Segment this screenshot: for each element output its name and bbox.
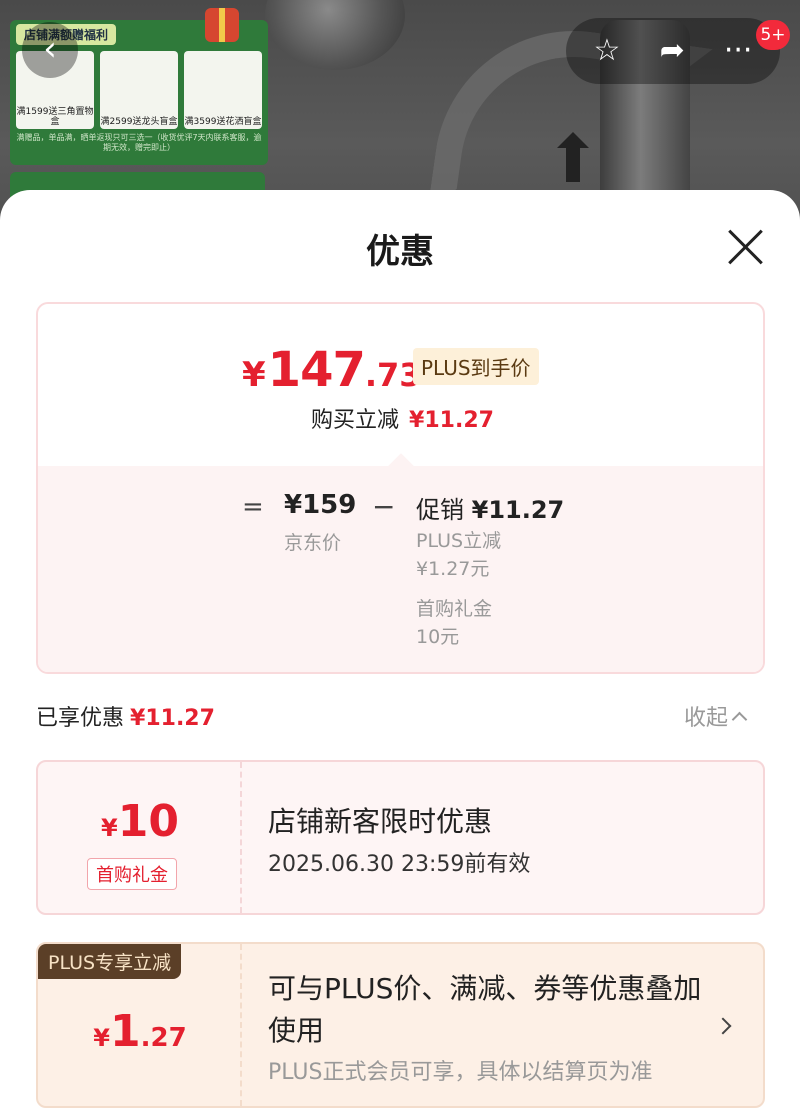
jd-price-label: 京东价 <box>284 532 342 554</box>
message-badge: 5+ <box>756 20 790 50</box>
coupon-first-purchase[interactable]: ¥10 首购礼金 店铺新客限时优惠 2025.06.30 23:59前有效 <box>36 760 765 915</box>
plus-reduce-value: ¥1.27元 <box>416 558 490 580</box>
coupon-type-tag: 首购礼金 <box>87 858 177 890</box>
promo-gift-item: 满3599送花洒盲盒 <box>184 51 262 129</box>
share-icon[interactable]: ➦ <box>660 36 685 66</box>
first-gift-label: 首购礼金 <box>416 598 493 620</box>
discount-sheet: 优惠 ¥ 147 .73 PLUS到手价 购买立减 ¥11.27 = ¥159 京… <box>0 190 800 1108</box>
coupon-amount: ¥1.27 <box>93 1006 187 1057</box>
chevron-right-icon <box>714 1017 732 1035</box>
arrow-up-icon <box>557 132 589 182</box>
price-breakdown: = ¥159 京东价 − 促销 ¥11.27 PLUS立减 ¥1.27元 首购礼… <box>38 453 763 672</box>
top-action-bar: ☆ ➦ ··· <box>566 18 780 84</box>
back-button[interactable]: ‹ <box>22 22 78 78</box>
jd-price: ¥159 <box>284 490 357 520</box>
gift-box-icon <box>205 8 239 42</box>
purchase-reduction: 购买立减 ¥11.27 <box>311 408 494 433</box>
sheet-title: 优惠 <box>366 232 434 272</box>
close-icon[interactable] <box>726 228 764 266</box>
plus-exclusive-badge: PLUS专享立减 <box>38 944 182 979</box>
more-icon[interactable]: ··· <box>724 36 753 66</box>
plus-price-tag: PLUS到手价 <box>413 348 539 385</box>
plus-reduce-label: PLUS立减 <box>416 530 502 552</box>
coupon-amount: ¥10 <box>101 796 179 847</box>
coupon-title: 可与PLUS价、满减、券等优惠叠加使用 <box>268 972 702 1047</box>
enjoyed-discount: 已享优惠 ¥11.27 <box>36 706 215 731</box>
promo-gift-item: 满2599送龙头盲盒 <box>100 51 178 129</box>
chevron-left-icon: ‹ <box>43 29 57 69</box>
coupon-description: PLUS正式会员可享，具体以结算页为准 <box>268 1060 653 1085</box>
equals-sign: = <box>242 492 264 522</box>
star-icon[interactable]: ☆ <box>594 36 621 66</box>
coupon-plus-reduce[interactable]: PLUS专享立减 ¥1.27 可与PLUS价、满减、券等优惠叠加使用 PLUS正… <box>36 942 765 1108</box>
coupon-validity: 2025.06.30 23:59前有效 <box>268 852 531 877</box>
chevron-up-icon <box>731 711 748 727</box>
final-price: ¥ 147 .73 <box>242 342 422 398</box>
first-gift-value: 10元 <box>416 626 460 648</box>
shower-head-graphic <box>265 0 405 70</box>
promotion-total: 促销 ¥11.27 <box>416 496 565 524</box>
coupon-title: 店铺新客限时优惠 <box>268 805 493 838</box>
collapse-button[interactable]: 收起 <box>684 700 748 732</box>
promo-note: 满赠品，单品满，晒单返现只可三选一（收货优评7天内联系客服，逾期无效，赠完即止） <box>16 133 262 152</box>
price-summary-card: ¥ 147 .73 PLUS到手价 购买立减 ¥11.27 = ¥159 京东价 … <box>36 302 765 674</box>
minus-sign: − <box>372 490 396 523</box>
